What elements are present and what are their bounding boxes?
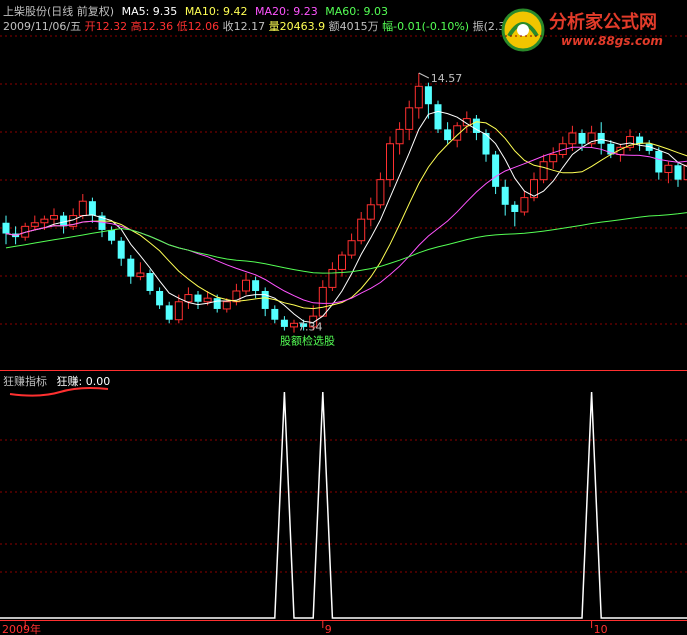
candle-body-14 (136, 272, 145, 278)
candle-body-3 (30, 222, 39, 227)
candle-body-37 (357, 218, 366, 242)
x-tick-label-0: 2009年 (2, 622, 41, 635)
candle-body-34 (328, 268, 337, 288)
candle-body-5 (50, 215, 58, 220)
x-tick-label-1: 9 (325, 623, 332, 635)
candle-body-11 (108, 229, 116, 241)
candle-body-20 (194, 294, 202, 302)
candle-body-23 (222, 301, 231, 310)
x-tick-label-2: 10 (594, 623, 608, 635)
x-axis: 2009年91011 (2, 620, 608, 635)
candle-body-45 (434, 104, 442, 130)
candle-body-53 (511, 204, 519, 212)
candle-body-54 (520, 197, 529, 213)
candle-body-41 (395, 128, 404, 145)
high-label: 14.57 (431, 72, 463, 85)
candle-body-26 (252, 280, 260, 291)
indicator-series (0, 391, 687, 619)
grid-lines (0, 35, 687, 621)
marker-label: 股额检选股 (280, 334, 335, 348)
candle-body-29 (280, 319, 288, 327)
candle-body-12 (117, 240, 125, 259)
candle-body-52 (501, 186, 509, 205)
candle-body-69 (664, 164, 673, 173)
candle-body-38 (366, 204, 375, 220)
candle-body-30 (290, 322, 298, 328)
candlestick-series (2, 72, 687, 333)
candle-body-66 (636, 136, 644, 144)
candle-body-22 (213, 298, 221, 309)
candle-body-42 (405, 107, 414, 130)
candle-body-36 (347, 240, 356, 256)
candle-body-15 (146, 273, 154, 291)
candle-body-33 (318, 286, 327, 317)
ma60-line (5, 212, 687, 274)
candle-body-57 (549, 154, 558, 163)
candle-body-13 (127, 258, 135, 277)
candle-body-9 (88, 201, 96, 216)
candle-body-16 (156, 290, 164, 306)
candle-body-51 (492, 154, 500, 187)
candle-body-18 (174, 301, 183, 321)
candle-body-28 (271, 308, 279, 320)
candle-body-43 (414, 85, 423, 109)
candle-body-0 (2, 222, 10, 234)
candle-body-46 (444, 129, 452, 141)
underline-annotation (9, 387, 109, 397)
candle-body-39 (376, 179, 385, 206)
high-pointer (418, 72, 430, 79)
kuangzhuan-line (0, 391, 687, 619)
candle-body-35 (338, 254, 346, 270)
candle-body-68 (655, 150, 663, 173)
ma10-line (5, 121, 687, 310)
candle-body-4 (40, 218, 49, 224)
candle-body-44 (424, 86, 432, 105)
low-label: 7.34 (298, 321, 323, 334)
chart-canvas: 14.577.34股额检选股 2009年91011 (0, 35, 687, 635)
candle-body-19 (184, 294, 193, 303)
candle-body-21 (203, 297, 212, 303)
candle-body-60 (578, 132, 586, 144)
candle-body-62 (597, 132, 605, 144)
candle-body-8 (78, 200, 87, 217)
candle-body-25 (242, 279, 250, 292)
candle-body-17 (165, 305, 173, 320)
candle-body-70 (674, 165, 682, 180)
candle-body-40 (386, 143, 394, 181)
candle-body-27 (261, 290, 269, 309)
candle-body-56 (539, 161, 548, 181)
candle-body-59 (568, 132, 577, 145)
